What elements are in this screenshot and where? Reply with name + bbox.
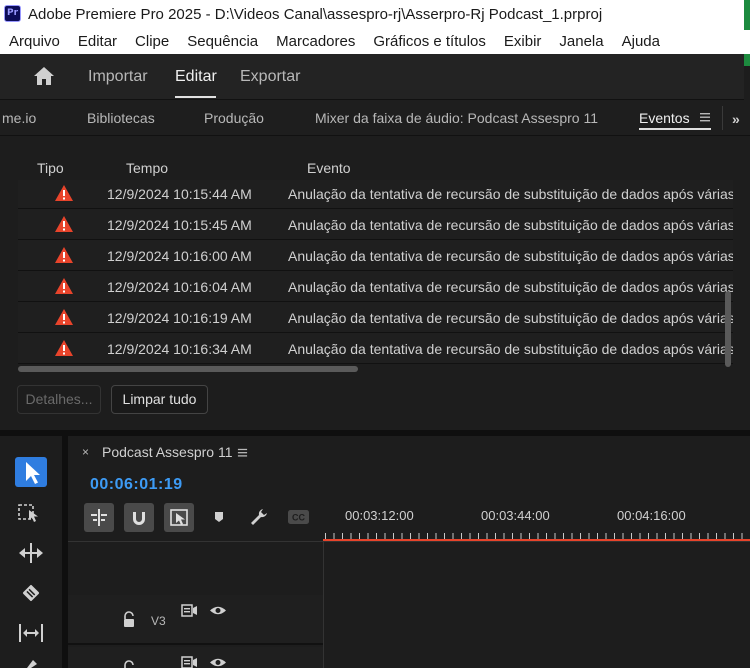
timeline-divider xyxy=(68,541,750,542)
event-time: 12/9/2024 10:15:45 AM xyxy=(107,217,252,233)
panel-menu-icon[interactable] xyxy=(699,111,711,123)
menu-graficos[interactable]: Gráficos e títulos xyxy=(364,30,495,54)
svg-text:CC: CC xyxy=(292,513,305,523)
track-select-forward-icon[interactable] xyxy=(15,498,47,528)
menu-janela[interactable]: Janela xyxy=(550,30,612,54)
event-message: Anulação da tentativa de recursão de sub… xyxy=(288,310,733,326)
chevron-double-right-icon[interactable]: » xyxy=(732,111,740,127)
menu-clipe[interactable]: Clipe xyxy=(126,30,178,54)
track-label[interactable]: V3 xyxy=(151,614,166,628)
column-header-tempo[interactable]: Tempo xyxy=(126,160,168,176)
magnet-icon xyxy=(133,512,145,525)
table-row[interactable]: 12/9/2024 10:16:34 AM Anulação da tentati… xyxy=(18,333,733,364)
slip-icon[interactable] xyxy=(15,618,47,648)
window-title: Adobe Premiere Pro 2025 - D:\Videos Cana… xyxy=(28,6,603,23)
menu-editar[interactable]: Editar xyxy=(69,30,126,54)
tab-audio-mixer[interactable]: Mixer da faixa de áudio: Podcast Assespr… xyxy=(315,110,598,126)
insert-sequence-as-nest-button[interactable] xyxy=(84,503,114,532)
column-header-evento[interactable]: Evento xyxy=(307,160,351,176)
event-message: Anulação da tentativa de recursão de sub… xyxy=(288,279,733,295)
track-header-divider xyxy=(323,541,324,668)
sequence-menu-icon[interactable] xyxy=(237,447,248,458)
nest-icon xyxy=(91,509,107,526)
arrow-cursor-icon xyxy=(26,462,40,484)
captions-icon[interactable]: CC xyxy=(288,510,309,524)
wrench-icon[interactable] xyxy=(249,507,269,527)
tab-producao[interactable]: Produção xyxy=(204,110,264,126)
premiere-app-icon: Pr xyxy=(4,5,21,22)
ripple-edit-icon[interactable] xyxy=(15,538,47,568)
tab-eventos[interactable]: Eventos xyxy=(639,110,690,126)
warning-icon xyxy=(55,340,73,356)
ruler-label: 00:04:16:00 xyxy=(617,508,686,523)
horizontal-scrollbar[interactable] xyxy=(18,366,358,372)
clear-all-button[interactable]: Limpar tudo xyxy=(111,385,208,414)
lock-icon[interactable] xyxy=(122,660,136,668)
events-list: 12/9/2024 10:15:44 AM Anulação da tentati… xyxy=(18,180,733,366)
event-message: Anulação da tentativa de recursão de sub… xyxy=(288,248,733,264)
home-icon[interactable] xyxy=(33,66,55,86)
event-time: 12/9/2024 10:16:34 AM xyxy=(107,341,252,357)
menu-ajuda[interactable]: Ajuda xyxy=(613,30,669,54)
details-button[interactable]: Detalhes... xyxy=(17,385,101,414)
tab-importar[interactable]: Importar xyxy=(88,68,148,86)
active-tab-indicator xyxy=(175,96,216,98)
add-marker-icon[interactable] xyxy=(212,509,226,525)
menu-sequencia[interactable]: Sequência xyxy=(178,30,267,54)
tab-bibliotecas[interactable]: Bibliotecas xyxy=(87,110,155,126)
menu-bar: Arquivo Editar Clipe Sequência Marcadore… xyxy=(0,30,750,54)
warning-icon xyxy=(55,216,73,232)
razor-icon[interactable] xyxy=(15,578,47,608)
column-header-tipo[interactable]: Tipo xyxy=(37,160,64,176)
menu-marcadores[interactable]: Marcadores xyxy=(267,30,364,54)
sequence-tab-name[interactable]: Podcast Assespro 11 xyxy=(102,444,232,460)
ruler-label: 00:03:44:00 xyxy=(481,508,550,523)
event-time: 12/9/2024 10:16:19 AM xyxy=(107,310,252,326)
tab-separator xyxy=(722,106,723,130)
warning-icon xyxy=(55,185,73,201)
lock-icon[interactable] xyxy=(122,611,136,628)
table-row[interactable]: 12/9/2024 10:16:00 AM Anulação da tentati… xyxy=(18,240,733,271)
active-panel-indicator xyxy=(639,128,711,130)
table-row[interactable]: 12/9/2024 10:15:44 AM Anulação da tentati… xyxy=(18,180,733,209)
close-sequence-icon[interactable]: × xyxy=(82,445,89,459)
event-message: Anulação da tentativa de recursão de sub… xyxy=(288,341,733,357)
table-row[interactable]: 12/9/2024 10:15:45 AM Anulação da tentati… xyxy=(18,209,733,240)
table-row[interactable]: 12/9/2024 10:16:04 AM Anulação da tentati… xyxy=(18,271,733,302)
pen-icon[interactable] xyxy=(15,656,47,668)
tab-frame-io[interactable]: me.io xyxy=(2,110,36,126)
selection-tool[interactable] xyxy=(15,457,47,487)
menu-arquivo[interactable]: Arquivo xyxy=(0,30,69,54)
snap-button[interactable] xyxy=(124,503,154,532)
event-time: 12/9/2024 10:16:04 AM xyxy=(107,279,252,295)
toggle-sync-lock-icon[interactable] xyxy=(181,655,199,668)
playhead-timecode[interactable]: 00:06:01:19 xyxy=(90,476,183,494)
linked-selection-icon xyxy=(170,509,188,526)
tab-editar[interactable]: Editar xyxy=(175,68,217,86)
eye-icon[interactable] xyxy=(209,656,227,668)
menu-exibir[interactable]: Exibir xyxy=(495,30,551,54)
warning-icon xyxy=(55,309,73,325)
vertical-scrollbar[interactable] xyxy=(725,291,731,367)
warning-icon xyxy=(55,247,73,263)
event-message: Anulação da tentativa de recursão de sub… xyxy=(288,186,733,202)
tab-exportar[interactable]: Exportar xyxy=(240,68,300,86)
table-row[interactable]: 12/9/2024 10:16:19 AM Anulação da tentati… xyxy=(18,302,733,333)
linked-selection-button[interactable] xyxy=(164,503,194,532)
eye-icon[interactable] xyxy=(209,604,227,617)
ruler-label: 00:03:12:00 xyxy=(345,508,414,523)
toggle-sync-lock-icon[interactable] xyxy=(181,603,199,618)
event-time: 12/9/2024 10:16:00 AM xyxy=(107,248,252,264)
warning-icon xyxy=(55,278,73,294)
event-time: 12/9/2024 10:15:44 AM xyxy=(107,186,252,202)
event-message: Anulação da tentativa de recursão de sub… xyxy=(288,217,733,233)
